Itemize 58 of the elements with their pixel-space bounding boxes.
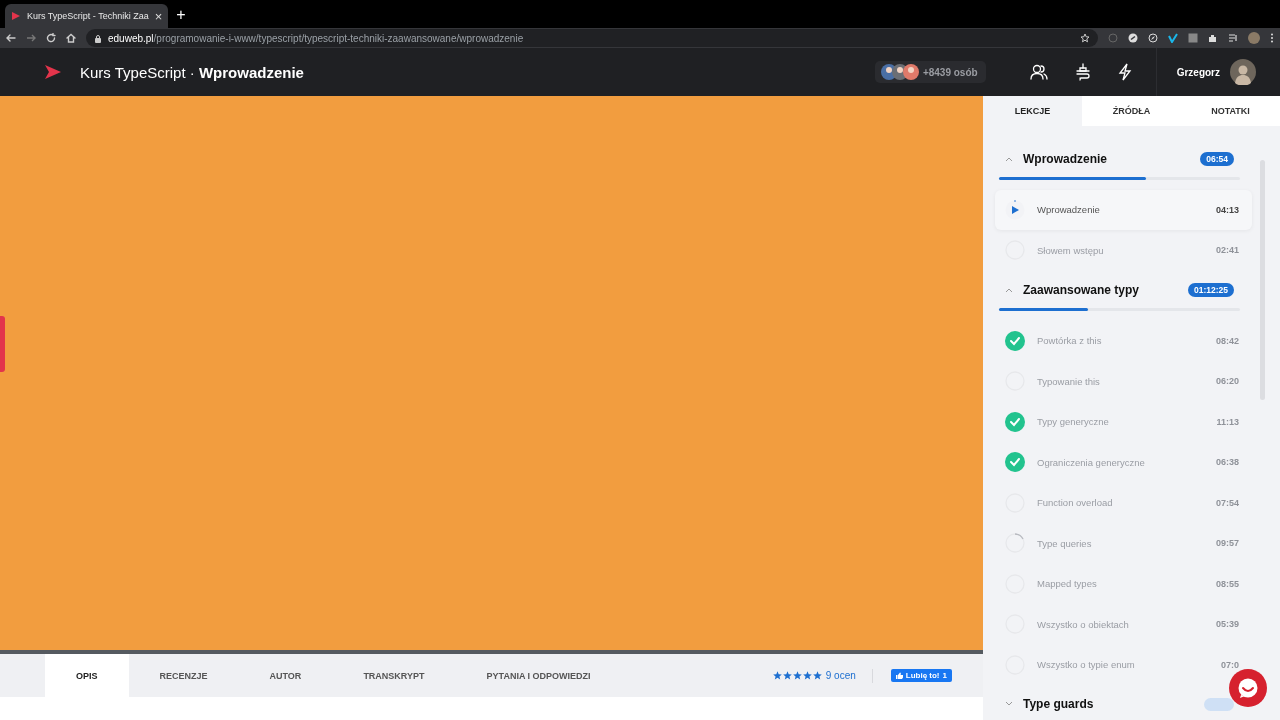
like-button[interactable]: Lubię to! 1: [890, 669, 952, 682]
user-name[interactable]: Grzegorz: [1176, 66, 1220, 78]
star-icon: [802, 671, 812, 680]
check-icon: [1005, 411, 1025, 432]
new-tab-button[interactable]: +: [176, 6, 186, 24]
thumbs-up-icon: [895, 672, 903, 679]
user-avatar-icon[interactable]: [1230, 59, 1256, 85]
duration-badge: 06:54: [1200, 151, 1234, 166]
avatar-icon[interactable]: [1248, 32, 1260, 44]
caret-icon[interactable]: [1005, 155, 1013, 162]
home-icon[interactable]: [66, 33, 76, 43]
compass-icon[interactable]: [1148, 33, 1158, 43]
side-panel-handle[interactable]: [0, 316, 5, 372]
star-icon: [792, 671, 802, 680]
section-title[interactable]: Zaawansowane typy: [1023, 282, 1178, 297]
reload-icon[interactable]: [46, 33, 56, 43]
course-title: Kurs TypeScript · Wprowadzenie: [80, 63, 305, 81]
lock-icon: [94, 33, 102, 43]
chat-bubble-icon: [1237, 678, 1259, 698]
caret-icon[interactable]: [1005, 286, 1013, 293]
rating-count[interactable]: 9 ocen: [825, 670, 856, 681]
content-tab[interactable]: TRANSKRYPT: [332, 654, 456, 697]
content-tab[interactable]: RECENZJE: [128, 654, 239, 697]
users-icon[interactable]: [1029, 63, 1048, 81]
section-title[interactable]: Type guards: [1023, 697, 1194, 711]
tab-title: Kurs TypeScript - Techniki Zaa: [27, 11, 149, 21]
content-tab[interactable]: AUTOR: [238, 654, 333, 697]
more-icon[interactable]: [1270, 33, 1274, 43]
duration-badge: 01:12:25: [1187, 282, 1234, 297]
content-tab[interactable]: PYTANIA I ODPOWIEDZI: [455, 654, 622, 697]
v-icon[interactable]: [1168, 33, 1178, 43]
address-bar[interactable]: eduweb.pl/programowanie-i-www/typescript/typescript-techniki-zaawansowane/wprowadzenie: [86, 29, 1098, 47]
check-icon: [1005, 452, 1025, 473]
forward-icon[interactable]: [26, 33, 36, 43]
play-logo-icon[interactable]: [44, 64, 62, 80]
sidebar-tab[interactable]: LEKCJE: [983, 96, 1082, 126]
content-tab[interactable]: OPIS: [45, 654, 129, 697]
viewers-badge: +8439 osób: [874, 61, 986, 83]
playlist-icon[interactable]: [1228, 33, 1238, 43]
url-text: eduweb.pl/programowanie-i-www/typescript/typescript-techniki-zaawansowane/wprowadzenie: [108, 32, 525, 44]
star-icon: [782, 671, 792, 680]
star-icon[interactable]: [1080, 33, 1090, 43]
duration-badge: [1204, 697, 1234, 711]
avatar-icon: [902, 64, 919, 80]
star-icon: [812, 671, 822, 680]
caret-icon[interactable]: [1005, 701, 1013, 707]
back-icon[interactable]: [6, 33, 16, 43]
progress-ring-icon: [1005, 533, 1025, 554]
lesson-item[interactable]: Wprowadzenie 04:13: [995, 189, 1252, 230]
check-icon: [1005, 330, 1025, 351]
play-logo-icon: [11, 11, 21, 21]
section-title[interactable]: Wprowadzenie: [1023, 151, 1191, 166]
lightning-icon[interactable]: [1117, 63, 1132, 81]
chat-button[interactable]: [1229, 669, 1267, 707]
close-tab-button[interactable]: ×: [154, 8, 163, 24]
circle-extension-icon[interactable]: [1128, 33, 1138, 43]
square-extension-icon[interactable]: [1188, 33, 1198, 43]
star-icon: [772, 671, 782, 680]
